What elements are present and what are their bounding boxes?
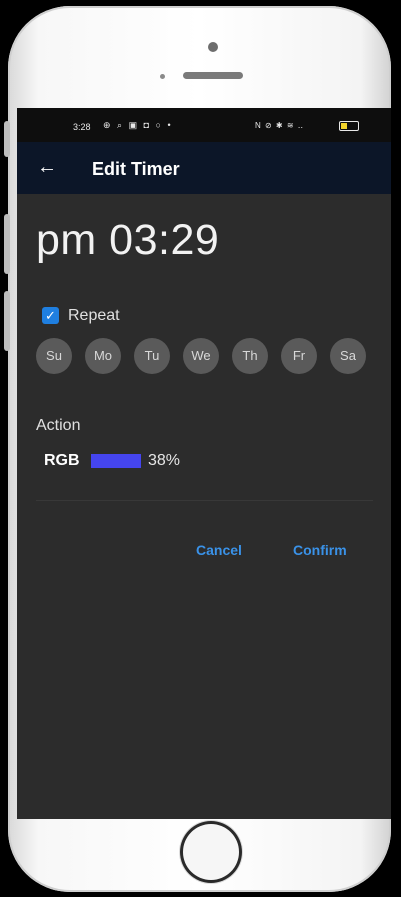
action-type-label: RGB — [44, 452, 80, 469]
battery-icon — [339, 121, 359, 131]
day-saturday[interactable]: Sa — [330, 338, 366, 374]
brightness-percent: 38% — [148, 452, 181, 469]
status-time: 3:28 — [73, 122, 91, 132]
home-button[interactable] — [180, 821, 242, 883]
divider — [36, 500, 373, 501]
day-selector: Su Mo Tu We Th Fr Sa — [36, 338, 376, 374]
day-thursday[interactable]: Th — [232, 338, 268, 374]
repeat-label: Repeat — [68, 307, 120, 324]
day-tuesday[interactable]: Tu — [134, 338, 170, 374]
earpiece-speaker — [183, 72, 243, 79]
status-bar: 3:28 ⊕ ⌕ ▣ ◘ ○ • N ⊘ ✱ ≋ ‥ — [17, 108, 391, 142]
app-bar: ← Edit Timer — [17, 142, 391, 194]
back-arrow-icon[interactable]: ← — [37, 156, 59, 178]
app-screen: 3:28 ⊕ ⌕ ▣ ◘ ○ • N ⊘ ✱ ≋ ‥ ← Edit Timer … — [17, 108, 391, 819]
confirm-button[interactable]: Confirm — [293, 542, 347, 558]
day-friday[interactable]: Fr — [281, 338, 317, 374]
day-sunday[interactable]: Su — [36, 338, 72, 374]
day-wednesday[interactable]: We — [183, 338, 219, 374]
cancel-button[interactable]: Cancel — [196, 542, 242, 558]
repeat-checkbox[interactable]: ✓ — [42, 307, 59, 324]
mute-switch — [4, 121, 10, 157]
system-status-icons: N ⊘ ✱ ≋ ‥ — [255, 121, 305, 130]
page-title: Edit Timer — [92, 159, 180, 179]
front-camera — [208, 42, 218, 52]
volume-up-button — [4, 214, 10, 274]
notification-icons: ⊕ ⌕ ▣ ◘ ○ • — [103, 120, 173, 130]
color-swatch[interactable] — [91, 454, 141, 468]
battery-level — [341, 123, 347, 129]
proximity-sensor — [160, 74, 165, 79]
timer-time[interactable]: pm 03:29 — [36, 216, 219, 265]
action-label: Action — [36, 417, 81, 434]
volume-down-button — [4, 291, 10, 351]
day-monday[interactable]: Mo — [85, 338, 121, 374]
